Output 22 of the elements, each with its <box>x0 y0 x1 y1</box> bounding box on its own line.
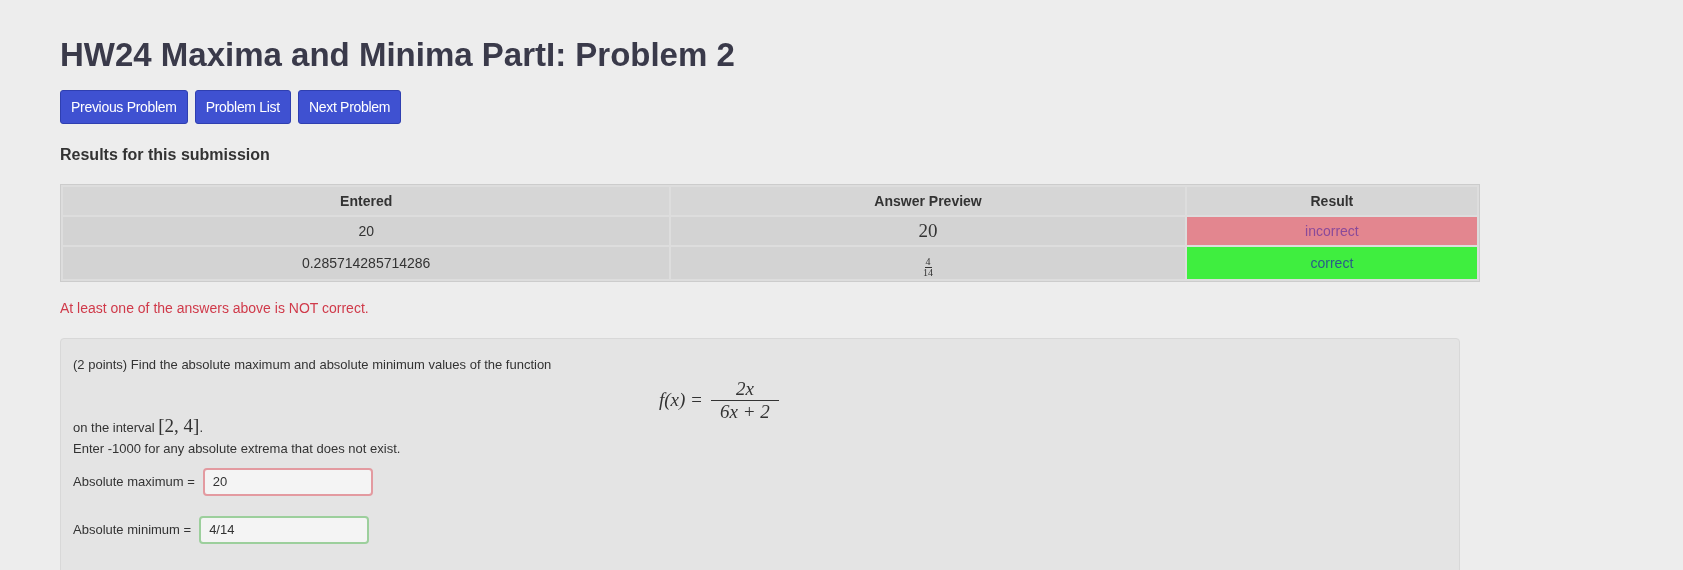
column-header: Entered <box>63 187 670 215</box>
interval-text: on the interval [2, 4]. <box>73 414 205 437</box>
page-title: HW24 Maxima and Minima PartI: Problem 2 <box>60 36 736 74</box>
table-cell: 4 14 <box>671 247 1185 279</box>
answer-field[interactable]: 4/14 <box>199 515 370 544</box>
problem-text: (2 points) Find the absolute maximum and absolute minimum values of the function <box>73 357 553 372</box>
error-message: At least one of the answers above is NOT correct. <box>60 300 370 316</box>
table-cell: 0.285714285714286 <box>63 247 670 279</box>
table-cell: 20 <box>671 217 1185 245</box>
results-heading: Results for this submission <box>60 146 271 164</box>
nav-button[interactable]: Previous Problem <box>60 90 188 124</box>
table-cell: 20 <box>63 217 670 245</box>
result-cell: incorrect <box>1186 217 1477 245</box>
answer-label: Absolute maximum = <box>73 474 195 490</box>
nav-button[interactable]: Next Problem <box>297 90 402 124</box>
nav-button[interactable]: Problem List <box>194 90 291 124</box>
result-cell: correct <box>1186 247 1477 279</box>
answer-field[interactable]: 20 <box>202 467 373 496</box>
column-header: Result <box>1186 187 1477 215</box>
answer-label: Absolute minimum = <box>73 522 192 538</box>
instruction-text: Enter -1000 for any absolute extrema that does not exist. <box>73 440 402 456</box>
column-header: Answer Preview <box>671 187 1185 215</box>
